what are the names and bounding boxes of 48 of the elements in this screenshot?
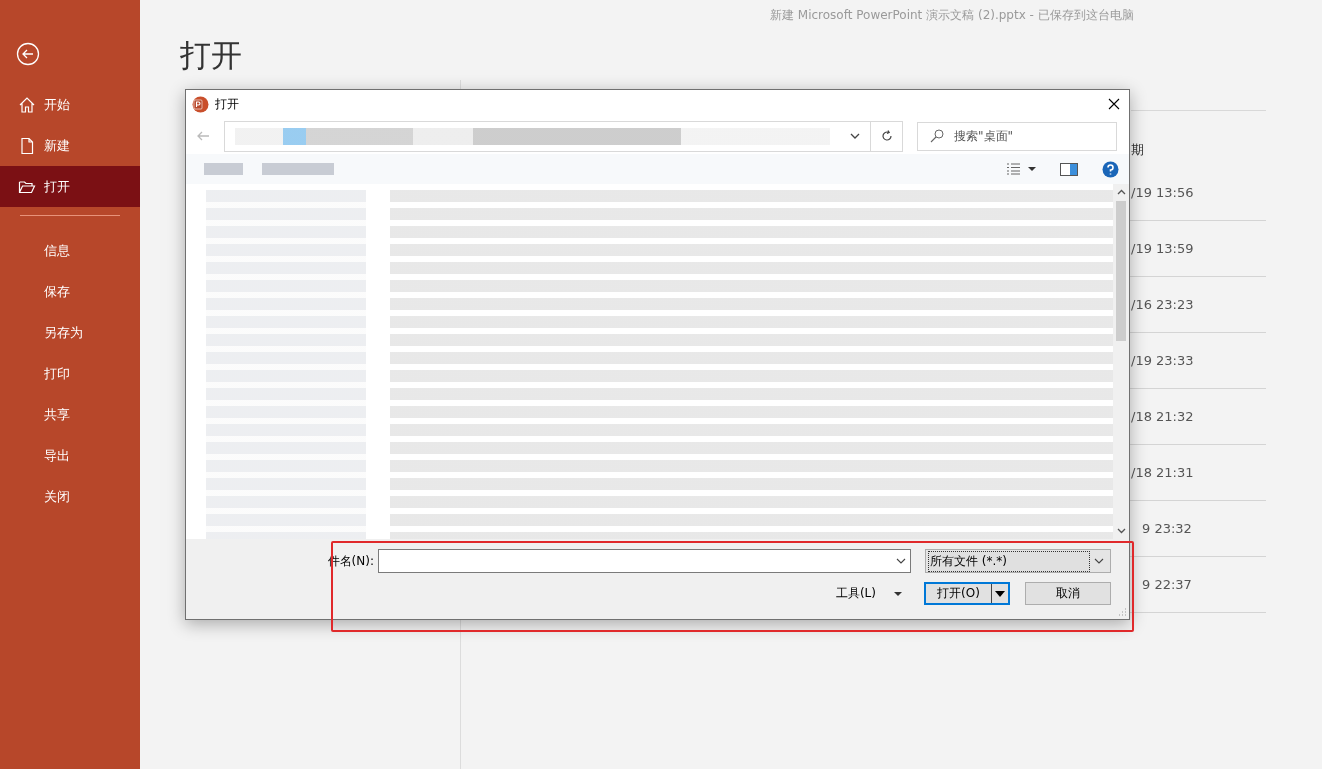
date-cell-text: 9 23:32 xyxy=(1141,521,1192,536)
tools-menu-button[interactable]: 工具(L) xyxy=(833,585,904,602)
chevron-icon[interactable] xyxy=(1094,558,1104,564)
date-cell: /18 21:31 xyxy=(1131,465,1194,480)
column-header: 期 xyxy=(1131,141,1144,159)
presentation-app-icon xyxy=(192,95,209,113)
scrollbar[interactable] xyxy=(1113,184,1129,539)
document-icon xyxy=(18,136,36,155)
chevron-icon[interactable] xyxy=(896,558,906,564)
cancel-button[interactable]: 取消 xyxy=(1025,582,1111,605)
date-cell: /18 21:32 xyxy=(1131,409,1194,424)
sidebar-item[interactable]: 共享 xyxy=(0,394,140,435)
scroll-up-icon[interactable] xyxy=(1116,188,1126,197)
sidebar-item[interactable]: 开始 xyxy=(0,84,140,125)
date-cell-text: 9 22:37 xyxy=(1141,577,1192,592)
close-icon[interactable] xyxy=(1108,98,1120,110)
caret-icon[interactable] xyxy=(995,590,1005,597)
sidebar-item[interactable]: 打开 xyxy=(0,166,140,207)
page-title: 打开 xyxy=(179,36,243,75)
sidebar-item[interactable]: 关闭 xyxy=(0,476,140,517)
help-icon[interactable] xyxy=(1102,160,1119,178)
sidebar-item[interactable]: 另存为 xyxy=(0,312,140,353)
refresh-icon[interactable] xyxy=(880,130,893,142)
search-input[interactable]: 搜索"桌面" xyxy=(952,128,1106,144)
date-cell: /19 23:33 xyxy=(1131,353,1194,368)
sidebar-item[interactable]: 保存 xyxy=(0,271,140,312)
sidebar-item[interactable]: 打印 xyxy=(0,353,140,394)
file-type-dropdown[interactable]: 所有文件 (*.*) xyxy=(925,549,1111,573)
dialog-title: 打开 xyxy=(215,95,239,113)
date-cell: /19 13:56 xyxy=(1131,185,1194,200)
sidebar-item[interactable]: 信息 xyxy=(0,230,140,271)
date-cell: /19 13:59 xyxy=(1131,241,1194,256)
search-icon xyxy=(930,129,944,143)
file-name-field[interactable] xyxy=(378,549,911,573)
open-split-button[interactable]: 打开(O) xyxy=(924,582,1010,605)
date-cell: /16 23:23 xyxy=(1131,297,1194,312)
home-icon xyxy=(18,95,36,114)
caret-icon xyxy=(894,591,902,596)
back-icon[interactable] xyxy=(16,42,40,66)
sidebar-item[interactable]: 新建 xyxy=(0,125,140,166)
scroll-down-icon[interactable] xyxy=(1116,526,1126,535)
document-title: 新建 Microsoft PowerPoint 演示文稿 (2).pptx - 已保存到这台电脑 xyxy=(769,7,1135,24)
scroll-thumb[interactable] xyxy=(1116,201,1126,341)
preview-pane-icon[interactable] xyxy=(1060,162,1078,176)
search-field[interactable]: 搜索"桌面" xyxy=(917,121,1117,151)
sidebar-item[interactable]: 导出 xyxy=(0,435,140,476)
view-options-icon[interactable] xyxy=(1006,163,1036,175)
resize-grip-icon[interactable] xyxy=(1117,607,1127,617)
